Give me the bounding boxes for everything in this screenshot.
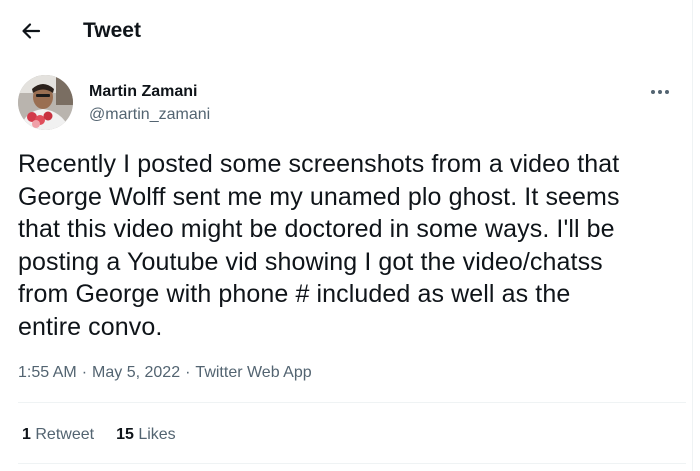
tweet-time[interactable]: 1:55 AM [18,363,77,383]
meta-separator: · [185,364,191,381]
meta-separator: · [81,364,88,381]
tweet-text: Recently I posted some screenshots from … [18,150,620,341]
page-title: Tweet [83,19,141,42]
tweet-page: Tweet Martin Zamani @martin_zamani Recen… [0,0,693,471]
author-handle[interactable]: @martin_zamani [89,105,210,125]
like-label: Likes [138,426,176,443]
tweet-source[interactable]: Twitter Web App [195,363,311,383]
back-button[interactable] [14,14,48,48]
likes-stat[interactable]: 15 Likes [116,425,176,445]
divider [18,402,686,403]
more-options-button[interactable] [645,80,675,104]
retweet-count: 1 [22,426,31,443]
arrow-left-icon [22,23,41,39]
avatar-photo [18,75,73,130]
divider [18,463,686,464]
tweet-meta: 1:55 AM · May 5, 2022 · Twitter Web App [18,363,312,383]
header: Tweet [0,0,693,62]
retweets-stat[interactable]: 1 Retweet [22,425,94,445]
avatar[interactable] [18,75,73,130]
tweet-date[interactable]: May 5, 2022 [92,363,180,383]
retweet-label: Retweet [35,426,95,443]
tweet-stats: 1 Retweet 15 Likes [22,425,198,445]
like-count: 15 [116,426,134,443]
more-dots-icon [651,90,669,94]
author-name[interactable]: Martin Zamani [89,82,197,102]
